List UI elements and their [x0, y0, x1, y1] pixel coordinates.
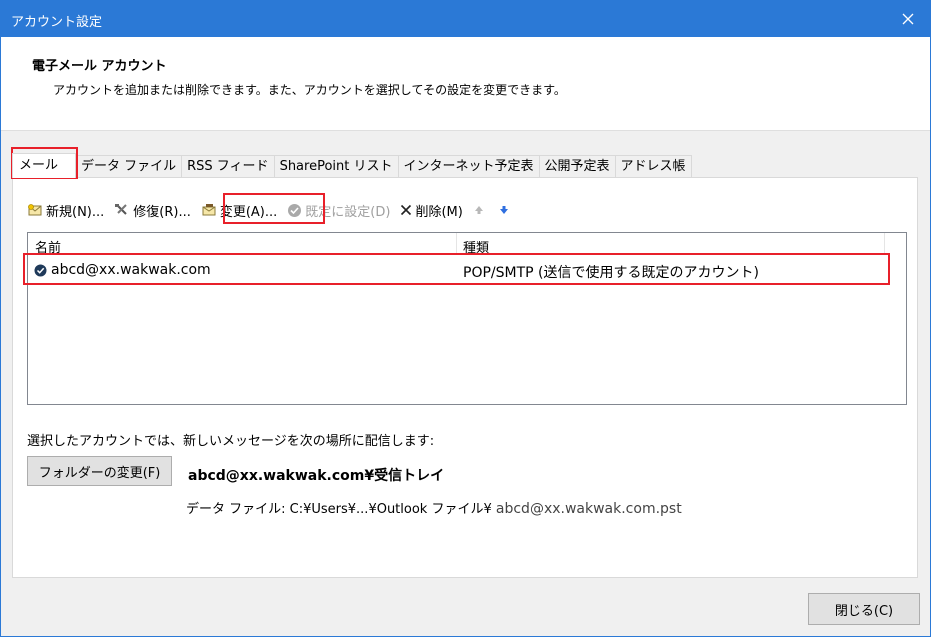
arrow-down-icon: [499, 206, 508, 214]
account-row[interactable]: abcd@xx.wakwak.com POP/SMTP (送信で使用する既定のア…: [28, 259, 884, 281]
delete-button[interactable]: 削除(M): [400, 201, 463, 220]
tab-published-calendars[interactable]: 公開予定表: [538, 155, 616, 178]
close-button[interactable]: 閉じる(C): [808, 593, 920, 625]
data-file-name: abcd@xx.wakwak.com.pst: [495, 501, 682, 517]
delivery-location-label: 選択したアカウントでは、新しいメッセージを次の場所に配信します:: [27, 434, 435, 449]
account-name: abcd@xx.wakwak.com: [51, 262, 211, 278]
list-header: 名前 種類: [28, 233, 885, 256]
move-down-button[interactable]: [498, 204, 513, 216]
data-file-path: データ ファイル: C:¥Users¥...¥Outlook ファイル¥ abc…: [186, 498, 682, 517]
repair-tools-icon: [115, 204, 127, 215]
tab-mail[interactable]: メール: [12, 153, 76, 178]
column-header-name[interactable]: 名前: [35, 237, 61, 256]
mail-tab-panel: 新規(N)... 修復(R)... 変更(A)... 既定に設定(D) 削除(M…: [12, 177, 918, 578]
column-divider: [884, 233, 885, 253]
column-divider: [456, 233, 457, 253]
new-button-label: 新規(N)...: [46, 204, 105, 220]
new-account-icon: [28, 204, 42, 216]
account-settings-window: アカウント設定 電子メール アカウント アカウントを追加または削除できます。また…: [0, 0, 931, 637]
column-header-type[interactable]: 種類: [463, 237, 489, 256]
arrow-up-icon: [474, 206, 483, 214]
toolbar: 新規(N)... 修復(R)... 変更(A)... 既定に設定(D) 削除(M…: [27, 200, 523, 220]
default-account-check-icon: [34, 264, 47, 281]
repair-button[interactable]: 修復(R)...: [114, 201, 191, 220]
account-list[interactable]: 名前 種類 abcd@xx.wakwak.com POP/SMTP (送信で使用…: [27, 232, 907, 405]
page-title: 電子メール アカウント: [32, 59, 167, 74]
header-area: 電子メール アカウント アカウントを追加または削除できます。また、アカウントを選…: [1, 37, 930, 131]
delivery-target-folder: abcd@xx.wakwak.com¥受信トレイ: [188, 468, 445, 484]
tab-address-books[interactable]: アドレス帳: [614, 155, 692, 178]
tab-sharepoint-lists[interactable]: SharePoint リスト: [273, 155, 399, 178]
title-bar: アカウント設定: [1, 1, 930, 37]
page-description: アカウントを追加または削除できます。また、アカウントを選択してその設定を変更でき…: [53, 83, 566, 97]
change-button[interactable]: 変更(A)...: [201, 201, 277, 220]
move-up-button[interactable]: [473, 204, 488, 216]
repair-button-label: 修復(R)...: [133, 204, 191, 220]
data-file-prefix: データ ファイル: C:¥Users¥...¥Outlook ファイル¥: [186, 502, 492, 517]
set-default-button[interactable]: 既定に設定(D): [287, 201, 390, 220]
change-folder-button[interactable]: フォルダーの変更(F): [27, 456, 172, 486]
checkmark-circle-icon: [288, 203, 302, 217]
tab-data-files[interactable]: データ ファイル: [75, 155, 183, 178]
change-button-label: 変更(A)...: [219, 204, 278, 220]
change-account-icon: [202, 204, 216, 216]
tab-rss-feeds[interactable]: RSS フィード: [181, 155, 275, 178]
delete-x-icon: [401, 204, 412, 216]
account-type: POP/SMTP (送信で使用する既定のアカウント): [463, 265, 759, 281]
set-default-button-label: 既定に設定(D): [305, 204, 391, 220]
tab-bar: メール データ ファイル RSS フィード SharePoint リスト インタ…: [12, 153, 692, 178]
new-button[interactable]: 新規(N)...: [27, 201, 104, 220]
close-icon[interactable]: [886, 1, 930, 37]
window-title: アカウント設定: [11, 15, 103, 30]
tab-internet-calendars[interactable]: インターネット予定表: [397, 155, 540, 178]
delete-button-label: 削除(M): [415, 204, 463, 220]
